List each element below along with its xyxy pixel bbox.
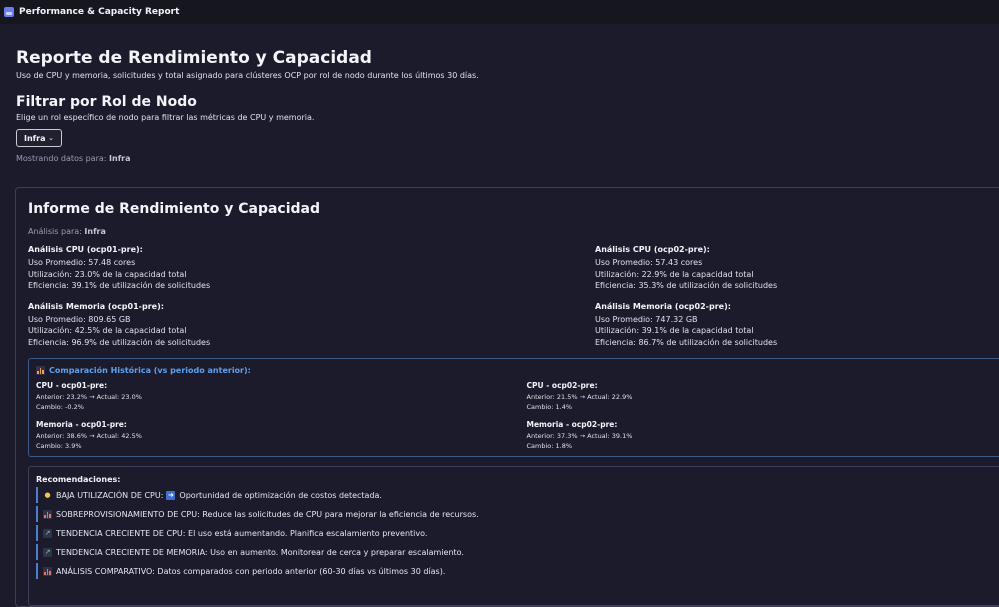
node-role-select[interactable]: Infra ⌄ (16, 129, 62, 147)
cpu-efficiency: Eficiencia: 39.1% de utilización de soli… (28, 280, 595, 292)
arrow-right-icon: ➜ (166, 491, 175, 500)
showing-value: Infra (109, 154, 131, 163)
memory-analysis-ocp01: Análisis Memoria (ocp01-pre): Uso Promed… (28, 302, 595, 349)
recommendations-title: Recomendaciones: (36, 475, 999, 484)
historical-comparison-title: Comparación Histórica (vs periodo anteri… (36, 366, 999, 375)
cpu-analysis-ocp01: Análisis CPU (ocp01-pre): Uso Promedio: … (28, 245, 595, 292)
memory-analysis-title: Análisis Memoria (ocp01-pre): (28, 302, 595, 311)
bar-chart-icon (36, 366, 45, 375)
cpu-analysis-title: Análisis CPU (ocp02-pre): (595, 245, 995, 254)
node-role-select-value: Infra (24, 134, 46, 143)
recommendation-item: SOBREPROVISIONAMIENTO DE CPU: Reduce las… (36, 506, 999, 522)
recommendation-item: ● BAJA UTILIZACIÓN DE CPU: ➜ Oportunidad… (36, 487, 999, 503)
cpu-avg-usage: Uso Promedio: 57.48 cores (28, 257, 595, 269)
history-previous-current: Anterior: 21.5% → Actual: 22.9% (527, 393, 999, 403)
memory-avg-usage: Uso Promedio: 747.32 GB (595, 314, 995, 326)
memory-analysis-title: Análisis Memoria (ocp02-pre): (595, 302, 995, 311)
history-change: Cambio: 3.9% (36, 442, 527, 452)
history-memory-ocp02: Memoria - ocp02-pre: Anterior: 37.3% → A… (527, 420, 999, 451)
report-title: Informe de Rendimiento y Capacidad (28, 201, 999, 217)
chevron-down-icon: ⌄ (48, 134, 54, 142)
page-subtitle: Uso de CPU y memoria, solicitudes y tota… (16, 71, 999, 80)
analysis-columns: Análisis CPU (ocp01-pre): Uso Promedio: … (28, 245, 999, 358)
showing-data-for: Mostrando datos para: Infra (16, 154, 999, 163)
memory-utilization: Utilización: 39.1% de la capacidad total (595, 325, 995, 337)
cpu-utilization: Utilización: 23.0% de la capacidad total (28, 269, 595, 281)
memory-analysis-ocp02: Análisis Memoria (ocp02-pre): Uso Promed… (595, 302, 995, 349)
historical-grid: CPU - ocp01-pre: Anterior: 23.2% → Actua… (36, 381, 999, 459)
history-cpu-ocp02: CPU - ocp02-pre: Anterior: 21.5% → Actua… (527, 381, 999, 412)
cpu-analysis-ocp02: Análisis CPU (ocp02-pre): Uso Promedio: … (595, 245, 995, 292)
recommendation-item: ↗ TENDENCIA CRECIENTE DE MEMORIA: Uso en… (36, 544, 999, 560)
recommendations: Recomendaciones: ● BAJA UTILIZACIÓN DE C… (28, 466, 999, 606)
analysis-label: Análisis para: (28, 227, 82, 236)
memory-avg-usage: Uso Promedio: 809.65 GB (28, 314, 595, 326)
analysis-value: Infra (84, 227, 106, 236)
memory-efficiency: Eficiencia: 86.7% de utilización de soli… (595, 337, 995, 349)
recommendation-text: BAJA UTILIZACIÓN DE CPU: (56, 491, 163, 500)
historical-column-ocp02: CPU - ocp02-pre: Anterior: 21.5% → Actua… (527, 381, 999, 459)
showing-label: Mostrando datos para: (16, 154, 106, 163)
history-change: Cambio: 1.8% (527, 442, 999, 452)
cpu-avg-usage: Uso Promedio: 57.43 cores (595, 257, 995, 269)
history-change: Cambio: 1.4% (527, 403, 999, 413)
lightbulb-icon: ● (43, 491, 52, 500)
memory-utilization: Utilización: 42.5% de la capacidad total (28, 325, 595, 337)
trending-up-icon: ↗ (43, 529, 52, 538)
report-card: Informe de Rendimiento y Capacidad Análi… (15, 187, 999, 607)
memory-efficiency: Eficiencia: 96.9% de utilización de soli… (28, 337, 595, 349)
title-bar: Performance & Capacity Report (0, 0, 999, 24)
history-previous-current: Anterior: 23.2% → Actual: 23.0% (36, 393, 527, 403)
recommendation-text: SOBREPROVISIONAMIENTO DE CPU: Reduce las… (56, 510, 479, 519)
bar-chart-icon (43, 510, 52, 519)
history-item-title: CPU - ocp02-pre: (527, 381, 999, 390)
recommendation-text: ANÁLISIS COMPARATIVO: Datos comparados c… (56, 567, 445, 576)
recommendation-text-rest: Oportunidad de optimización de costos de… (179, 491, 382, 500)
history-previous-current: Anterior: 37.3% → Actual: 39.1% (527, 432, 999, 442)
recommendation-item: ANÁLISIS COMPARATIVO: Datos comparados c… (36, 563, 999, 579)
history-item-title: Memoria - ocp01-pre: (36, 420, 527, 429)
history-item-title: Memoria - ocp02-pre: (527, 420, 999, 429)
history-change: Cambio: -0.2% (36, 403, 527, 413)
cpu-efficiency: Eficiencia: 35.3% de utilización de soli… (595, 280, 995, 292)
history-memory-ocp01: Memoria - ocp01-pre: Anterior: 38.6% → A… (36, 420, 527, 451)
analysis-column-ocp02: Análisis CPU (ocp02-pre): Uso Promedio: … (595, 245, 995, 358)
history-previous-current: Anterior: 38.6% → Actual: 42.5% (36, 432, 527, 442)
main-content: Reporte de Rendimiento y Capacidad Uso d… (0, 24, 999, 163)
app-icon (4, 7, 14, 17)
filter-title: Filtrar por Rol de Nodo (16, 94, 999, 110)
recommendation-text: TENDENCIA CRECIENTE DE CPU: El uso está … (56, 529, 427, 538)
history-item-title: CPU - ocp01-pre: (36, 381, 527, 390)
trending-up-icon: ↗ (43, 548, 52, 557)
cpu-analysis-title: Análisis CPU (ocp01-pre): (28, 245, 595, 254)
page-title: Reporte de Rendimiento y Capacidad (16, 48, 999, 68)
bar-chart-icon (43, 567, 52, 576)
historical-column-ocp01: CPU - ocp01-pre: Anterior: 23.2% → Actua… (36, 381, 527, 459)
historical-comparison-label: Comparación Histórica (vs periodo anteri… (49, 366, 251, 375)
analysis-for: Análisis para: Infra (28, 227, 999, 236)
recommendation-text: TENDENCIA CRECIENTE DE MEMORIA: Uso en a… (56, 548, 464, 557)
cpu-utilization: Utilización: 22.9% de la capacidad total (595, 269, 995, 281)
filter-description: Elige un rol específico de nodo para fil… (16, 113, 999, 122)
app-title: Performance & Capacity Report (19, 7, 179, 17)
history-cpu-ocp01: CPU - ocp01-pre: Anterior: 23.2% → Actua… (36, 381, 527, 412)
recommendation-item: ↗ TENDENCIA CRECIENTE DE CPU: El uso est… (36, 525, 999, 541)
analysis-column-ocp01: Análisis CPU (ocp01-pre): Uso Promedio: … (28, 245, 595, 358)
historical-comparison: Comparación Histórica (vs periodo anteri… (28, 358, 999, 457)
